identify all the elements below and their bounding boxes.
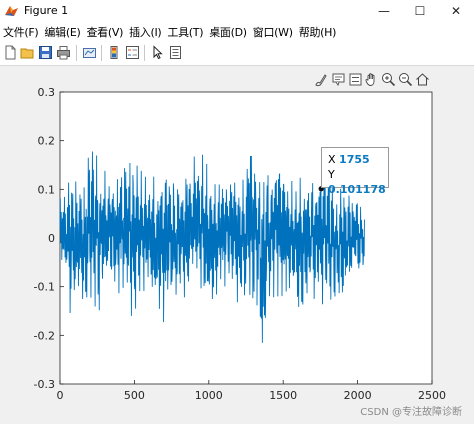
y-tick-label: 0 <box>48 232 55 245</box>
datatip-y-label: Y <box>328 168 335 181</box>
watermark: CSDN @专注故障诊断 <box>360 407 462 418</box>
x-tick-label: 2000 <box>344 389 372 402</box>
x-tick-label: 1000 <box>195 389 223 402</box>
datatip-box[interactable]: X 1755 Y 0.101178 <box>321 147 389 196</box>
y-tick-label: -0.1 <box>34 281 55 294</box>
datatip-x-value: 1755 <box>339 153 370 166</box>
x-tick-label: 2500 <box>418 389 446 402</box>
datatip-x-label: X <box>328 153 336 166</box>
x-tick-label: 1500 <box>269 389 297 402</box>
y-tick-label: 0.3 <box>38 86 56 99</box>
x-tick-label: 500 <box>124 389 145 402</box>
plot-canvas: 0 500 1000 1500 2000 2500 0.3 0.2 0.1 0 -0.1 -0.2 -0… <box>34 86 446 402</box>
x-tick-label: 0 <box>57 389 64 402</box>
y-tick-label: -0.2 <box>34 329 55 342</box>
y-tick-label: 0.1 <box>38 183 56 196</box>
datatip-y-value: 0.101178 <box>328 183 386 196</box>
y-tick-label: 0.2 <box>38 135 56 148</box>
y-tick-label: -0.3 <box>34 378 55 391</box>
figure-window: Figure 1 — ☐ ✕ 文件(F) 编辑(E) 查看(V) 插入(I) 工… <box>0 0 474 424</box>
